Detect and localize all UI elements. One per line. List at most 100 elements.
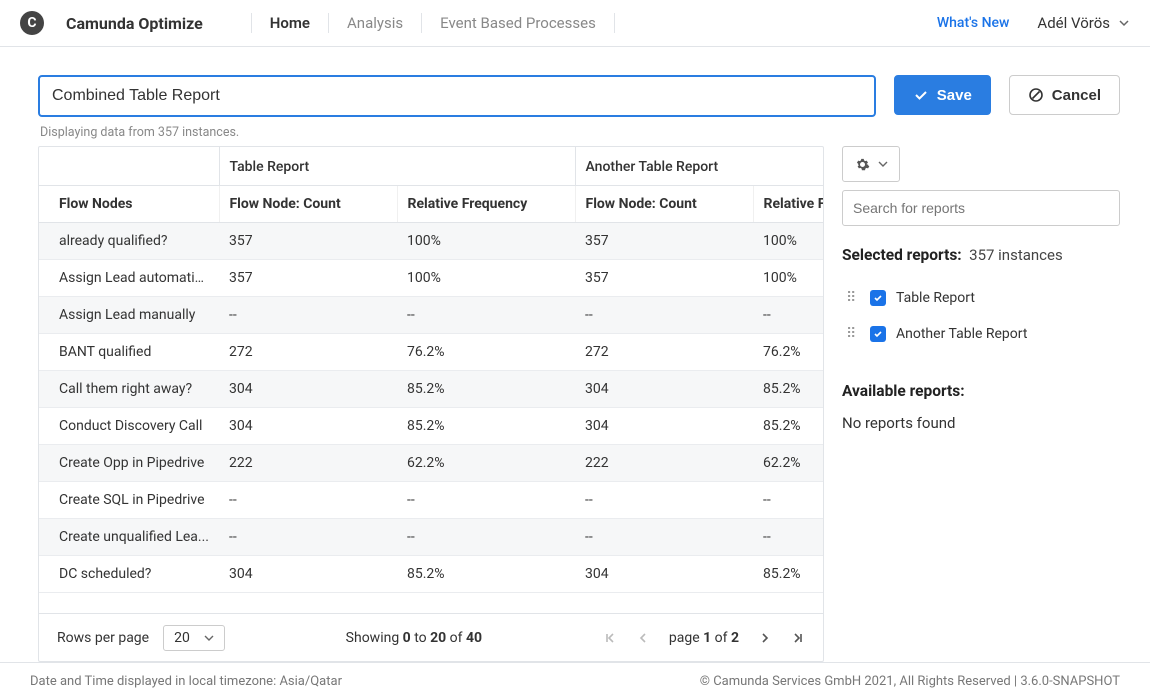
table-row: Assign Lead automatic...357100%357100% [39, 260, 823, 297]
user-menu[interactable]: Adél Vörös [1037, 14, 1130, 32]
page-prev-button[interactable] [637, 632, 649, 644]
nav-separator [251, 13, 252, 33]
table-cell: 304 [575, 556, 753, 593]
table-cell: 100% [753, 223, 823, 260]
table-cell: 357 [575, 260, 753, 297]
table-cell: 76.2% [753, 334, 823, 371]
chevron-down-icon [1118, 17, 1130, 29]
header-blank [39, 147, 219, 186]
table-row: Assign Lead manually-------- [39, 297, 823, 334]
nav-tabs: Home Analysis Event Based Processes [233, 13, 633, 33]
settings-dropdown-button[interactable] [842, 146, 900, 182]
table-cell: 85.2% [753, 408, 823, 445]
col-count-2[interactable]: Flow Node: Count [575, 186, 753, 223]
table-cell: Conduct Discovery Call [39, 408, 219, 445]
combined-table: Table Report Another Table Report Flow N… [38, 146, 824, 662]
rows-per-page-label: Rows per page [57, 630, 149, 646]
table-cell: Create SQL in Pipedrive [39, 482, 219, 519]
table-cell: 304 [575, 371, 753, 408]
table-cell: 76.2% [397, 334, 575, 371]
selected-report-item: ⠿Table Report [842, 280, 1120, 316]
table-cell: -- [219, 519, 397, 556]
title-bar: Displaying data from 357 instances. Save… [0, 47, 1150, 146]
col-relfreq-1[interactable]: Relative Frequency [397, 186, 575, 223]
nav-tab-event-based-processes[interactable]: Event Based Processes [440, 14, 596, 32]
table-cell: 100% [753, 260, 823, 297]
page-last-icon [791, 631, 805, 645]
table-cell: -- [575, 519, 753, 556]
col-relfreq-2[interactable]: Relative Fre [753, 186, 823, 223]
nav-tab-home[interactable]: Home [270, 14, 310, 32]
table-row: Create Opp in Pipedrive22262.2%22262.2% [39, 445, 823, 482]
app-header: C Camunda Optimize Home Analysis Event B… [0, 0, 1150, 47]
table-cell: 304 [219, 556, 397, 593]
chevron-left-icon [637, 632, 649, 644]
table-cell: -- [397, 482, 575, 519]
nav-separator [421, 13, 422, 33]
page-first-icon [603, 631, 617, 645]
cancel-button[interactable]: Cancel [1009, 75, 1120, 115]
page-next-button[interactable] [759, 632, 771, 644]
table-cell: 85.2% [397, 371, 575, 408]
table-row: DC scheduled?30485.2%30485.2% [39, 556, 823, 593]
page-last-button[interactable] [791, 631, 805, 645]
cancel-button-label: Cancel [1052, 87, 1101, 104]
table-cell: DC scheduled? [39, 556, 219, 593]
table-cell: 304 [219, 408, 397, 445]
table-cell: Create unqualified Lea... [39, 519, 219, 556]
table-cell: BANT qualified [39, 334, 219, 371]
rows-per-page-value: 20 [174, 630, 190, 646]
report-checkbox[interactable] [870, 326, 886, 342]
table-cell: -- [575, 297, 753, 334]
cancel-icon [1028, 87, 1044, 103]
showing-text: Showing 0 to 20 of 40 [346, 630, 482, 646]
drag-handle-icon[interactable]: ⠿ [846, 331, 860, 337]
table-cell: 222 [219, 445, 397, 482]
col-flow-nodes[interactable]: Flow Nodes [39, 186, 219, 223]
table-cell: 304 [219, 371, 397, 408]
table-cell: -- [753, 297, 823, 334]
chevron-right-icon [759, 632, 771, 644]
table-cell: 357 [219, 260, 397, 297]
chevron-down-icon [204, 633, 214, 643]
nav-tab-analysis[interactable]: Analysis [347, 14, 403, 32]
table-footer: Rows per page 20 Showing 0 to 20 of 40 p… [39, 613, 823, 661]
instances-subtitle: Displaying data from 357 instances. [38, 125, 876, 140]
table-cell: -- [397, 297, 575, 334]
save-button[interactable]: Save [894, 75, 991, 115]
col-count-1[interactable]: Flow Node: Count [219, 186, 397, 223]
table-row: Conduct Discovery Call30485.2%30485.2% [39, 408, 823, 445]
header-group-1: Table Report [219, 147, 575, 186]
table-cell: Assign Lead automatic... [39, 260, 219, 297]
report-checkbox[interactable] [870, 290, 886, 306]
page-first-button[interactable] [603, 631, 617, 645]
search-reports-input[interactable] [842, 190, 1120, 226]
no-reports-found: No reports found [842, 414, 1120, 432]
app-title: Camunda Optimize [66, 14, 203, 33]
report-config-sidebar: Selected reports: 357 instances ⠿Table R… [842, 146, 1120, 662]
nav-separator [614, 13, 615, 33]
table-cell: 85.2% [753, 556, 823, 593]
drag-handle-icon[interactable]: ⠿ [846, 295, 860, 301]
report-item-label: Another Table Report [896, 326, 1027, 342]
table-row: Call them right away?30485.2%30485.2% [39, 371, 823, 408]
table-cell: 100% [397, 260, 575, 297]
table-cell: 100% [397, 223, 575, 260]
page-text: page 1 of 2 [669, 630, 739, 646]
rows-per-page-select[interactable]: 20 [163, 625, 225, 651]
table-row: BANT qualified27276.2%27276.2% [39, 334, 823, 371]
app-footer: Date and Time displayed in local timezon… [0, 662, 1150, 700]
table-row: already qualified?357100%357100% [39, 223, 823, 260]
selected-report-item: ⠿ Another Table Report [842, 316, 1120, 352]
report-title-input[interactable] [38, 75, 876, 117]
selected-reports-label: Selected reports: [842, 246, 962, 264]
table-cell: Create Opp in Pipedrive [39, 445, 219, 482]
table-cell: 357 [219, 223, 397, 260]
table-cell: -- [219, 482, 397, 519]
whats-new-link[interactable]: What's New [937, 15, 1010, 31]
table-cell: -- [753, 482, 823, 519]
app-logo: C [20, 11, 44, 35]
table-cell: -- [575, 482, 753, 519]
table-cell: 85.2% [397, 408, 575, 445]
table-row: Create SQL in Pipedrive-------- [39, 482, 823, 519]
